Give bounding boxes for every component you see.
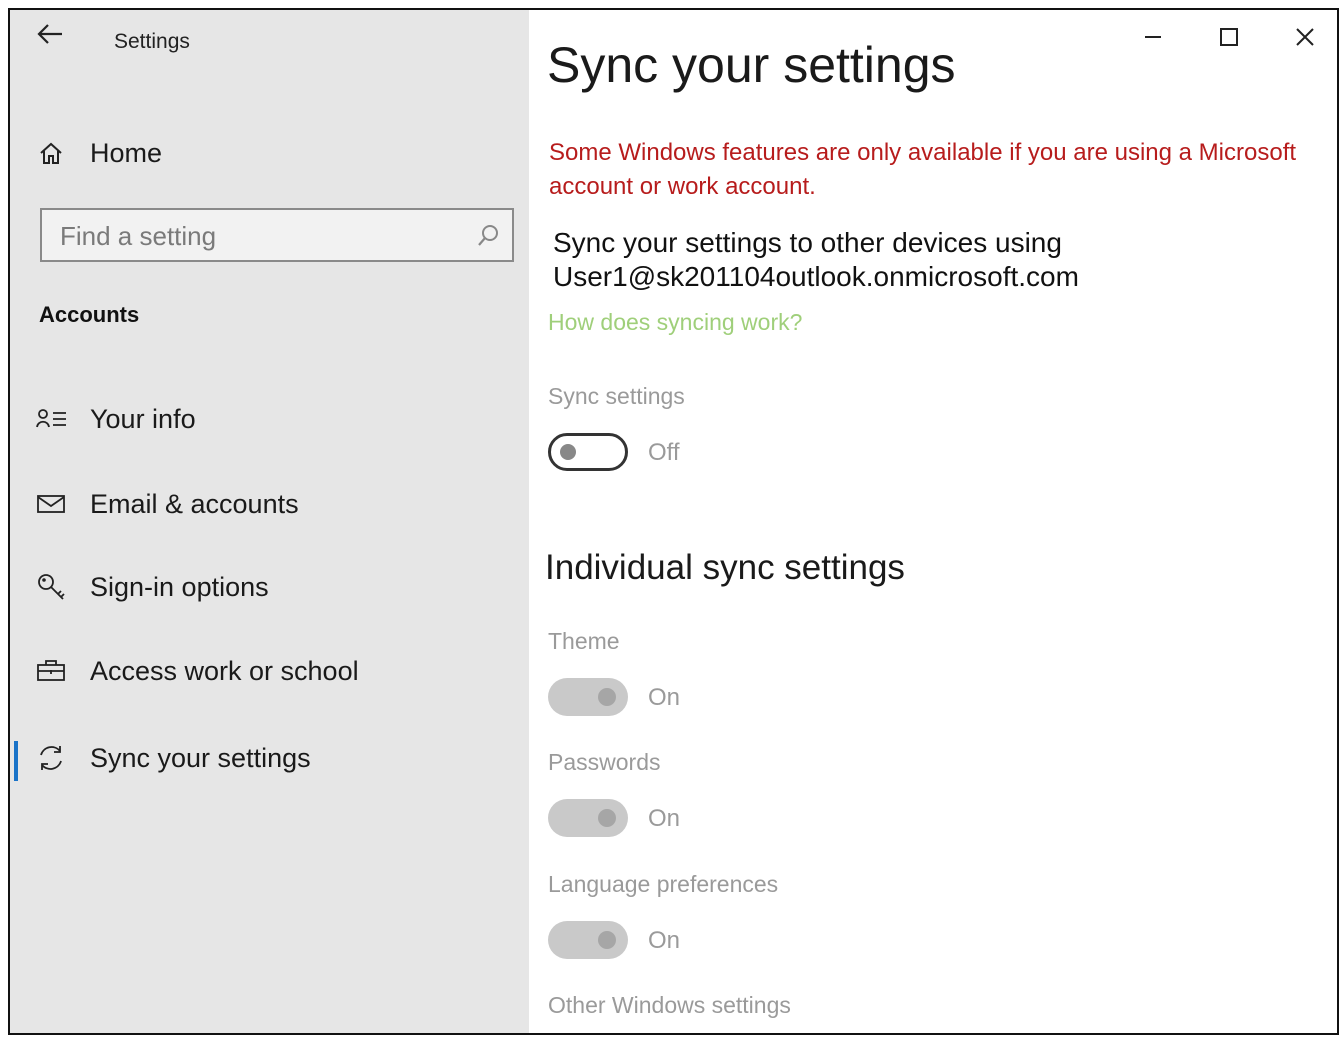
sync-settings-state: Off — [648, 439, 680, 466]
sidebar-item-access-work-school[interactable]: Access work or school — [36, 655, 359, 687]
maximize-button[interactable] — [1209, 22, 1249, 52]
back-arrow-icon — [37, 24, 62, 44]
app-title: Settings — [114, 30, 190, 53]
sidebar: Settings Home Accounts — [10, 10, 529, 1033]
sync-description: Sync your settings to other devices usin… — [553, 226, 1079, 294]
sidebar-item-sync-settings[interactable]: Sync your settings — [36, 742, 311, 774]
theme-toggle[interactable] — [548, 678, 628, 716]
toggle-knob — [598, 688, 616, 706]
minimize-button[interactable] — [1133, 22, 1173, 52]
briefcase-icon — [36, 655, 72, 687]
search-icon[interactable] — [476, 223, 500, 254]
other-windows-settings-label: Other Windows settings — [548, 992, 791, 1018]
sidebar-item-label: Sync your settings — [90, 742, 311, 773]
main-content: Sync your settings Some Windows features… — [529, 10, 1337, 1033]
person-list-icon — [36, 403, 72, 435]
language-preferences-label: Language preferences — [548, 871, 779, 897]
language-preferences-toggle[interactable] — [548, 921, 628, 959]
language-preferences-state: On — [648, 927, 681, 954]
individual-sync-heading: Individual sync settings — [545, 548, 905, 587]
close-icon — [1296, 28, 1314, 46]
toggle-knob — [598, 809, 616, 827]
sync-description-line: Sync your settings to other devices usin… — [553, 227, 1062, 258]
passwords-label: Passwords — [548, 749, 661, 775]
envelope-icon — [36, 488, 72, 520]
sidebar-item-label: Home — [90, 137, 163, 168]
back-button[interactable] — [36, 22, 66, 52]
maximize-icon — [1220, 28, 1238, 46]
sidebar-item-label: Your info — [90, 403, 196, 434]
how-syncing-works-link[interactable]: How does syncing work? — [548, 309, 802, 336]
sync-account-email: User1@sk201104outlook.onmicrosoft.com — [553, 261, 1079, 292]
selected-indicator — [14, 741, 18, 781]
key-icon — [36, 571, 72, 603]
sidebar-item-label: Access work or school — [90, 655, 359, 686]
theme-label: Theme — [548, 628, 620, 654]
sync-icon — [36, 742, 72, 774]
toggle-knob — [560, 444, 576, 460]
sidebar-item-email-accounts[interactable]: Email & accounts — [36, 488, 299, 520]
settings-window: Settings Home Accounts — [8, 8, 1339, 1035]
sync-settings-label: Sync settings — [548, 383, 685, 409]
page-title: Sync your settings — [547, 37, 956, 93]
section-heading-accounts: Accounts — [39, 302, 140, 327]
close-button[interactable] — [1285, 22, 1325, 52]
sync-settings-toggle[interactable] — [548, 433, 628, 471]
theme-state: On — [648, 684, 681, 711]
passwords-toggle[interactable] — [548, 799, 628, 837]
search-input[interactable] — [42, 210, 462, 262]
minimize-icon — [1145, 36, 1161, 38]
sidebar-item-your-info[interactable]: Your info — [36, 403, 196, 435]
search-box[interactable] — [40, 208, 514, 262]
sidebar-item-label: Sign-in options — [90, 571, 269, 602]
toggle-knob — [598, 931, 616, 949]
sidebar-item-sign-in-options[interactable]: Sign-in options — [36, 571, 269, 603]
sidebar-item-home[interactable]: Home — [36, 137, 162, 169]
account-warning: Some Windows features are only available… — [549, 139, 1297, 200]
home-icon — [36, 137, 72, 169]
passwords-state: On — [648, 805, 681, 832]
sidebar-item-label: Email & accounts — [90, 488, 299, 519]
